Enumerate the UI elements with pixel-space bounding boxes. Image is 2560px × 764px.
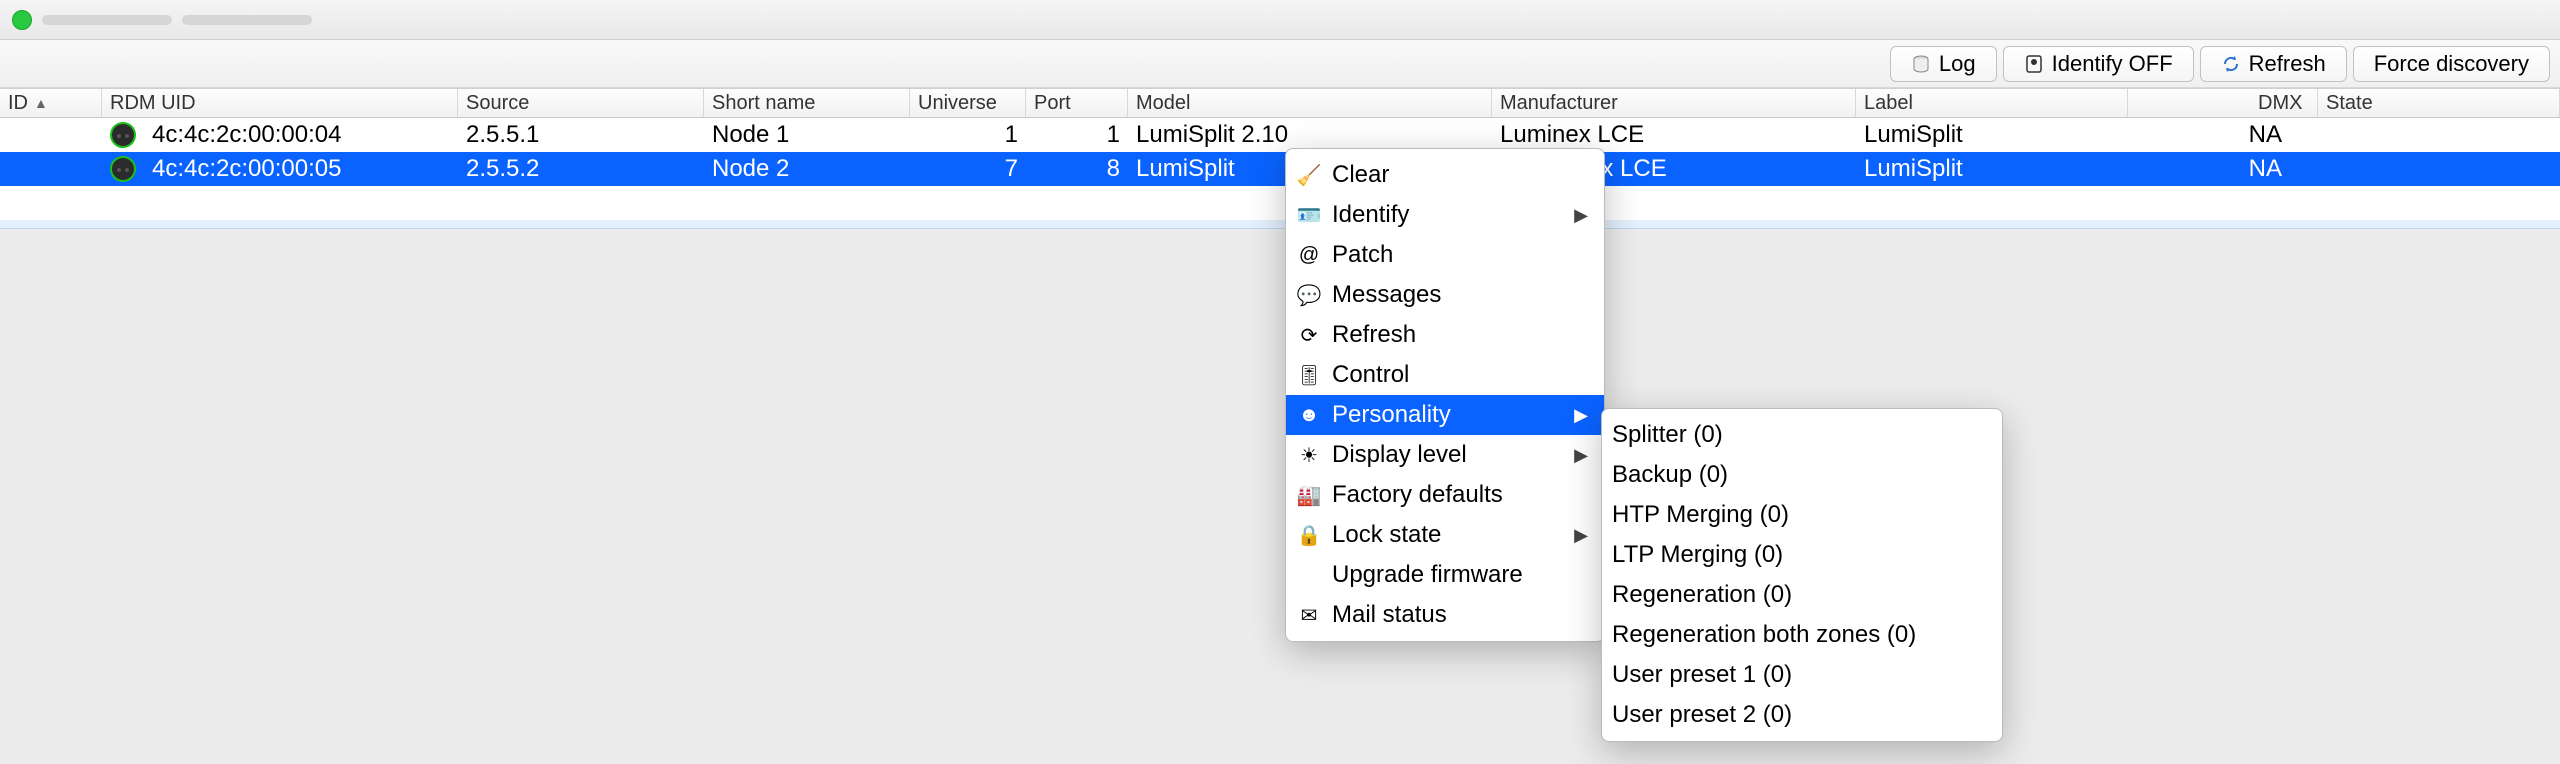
table-row[interactable]: 4c:4c:2c:00:00:04 2.5.5.1 Node 1 1 1 Lum… <box>0 118 2560 152</box>
cell-source: 2.5.5.1 <box>458 119 704 151</box>
identify-icon: 🪪 <box>1296 203 1322 228</box>
content-pane <box>0 229 2560 764</box>
personality-submenu[interactable]: Splitter (0) Backup (0) HTP Merging (0) … <box>1601 408 2003 742</box>
submenu-htp[interactable]: HTP Merging (0) <box>1602 495 2002 535</box>
table-row-empty <box>0 220 2560 228</box>
table-header[interactable]: ID▲ RDM UID Source Short name Universe P… <box>0 88 2560 118</box>
menu-refresh[interactable]: ⟳Refresh <box>1286 315 1604 355</box>
title-placeholder <box>42 15 172 25</box>
cell-state <box>2318 167 2560 171</box>
broom-icon: 🧹 <box>1296 163 1322 188</box>
submenu-arrow-icon: ▶ <box>1574 445 1588 466</box>
menu-clear[interactable]: 🧹Clear <box>1286 155 1604 195</box>
identify-button[interactable]: Identify OFF <box>2003 46 2194 82</box>
device-icon <box>110 122 136 148</box>
menu-patch[interactable]: @Patch <box>1286 235 1604 275</box>
col-id[interactable]: ID▲ <box>0 89 102 117</box>
title-placeholder <box>182 15 312 25</box>
app-window: Log Identify OFF Refresh Force discovery… <box>0 0 2560 764</box>
log-label: Log <box>1939 51 1976 77</box>
col-label[interactable]: Label <box>1856 89 2128 117</box>
menu-factory-defaults[interactable]: 🏭Factory defaults <box>1286 475 1604 515</box>
device-icon <box>110 156 136 182</box>
refresh-icon: ⟳ <box>1296 323 1322 348</box>
submenu-arrow-icon: ▶ <box>1574 405 1588 426</box>
identify-icon <box>2024 54 2044 74</box>
refresh-label: Refresh <box>2249 51 2326 77</box>
menu-display-level[interactable]: ☀Display level▶ <box>1286 435 1604 475</box>
submenu-ltp[interactable]: LTP Merging (0) <box>1602 535 2002 575</box>
identify-label: Identify OFF <box>2052 51 2173 77</box>
col-uid[interactable]: RDM UID <box>102 89 458 117</box>
menu-upgrade-firmware[interactable]: Upgrade firmware <box>1286 555 1604 595</box>
database-icon <box>1911 54 1931 74</box>
col-port[interactable]: Port <box>1026 89 1128 117</box>
submenu-arrow-icon: ▶ <box>1574 525 1588 546</box>
table-row-empty <box>0 186 2560 220</box>
cell-uid: 4c:4c:2c:00:00:04 <box>144 119 458 151</box>
cell-port: 8 <box>1026 153 1128 185</box>
mail-icon: ✉ <box>1296 603 1322 628</box>
menu-mail-status[interactable]: ✉Mail status <box>1286 595 1604 635</box>
cell-source: 2.5.5.2 <box>458 153 704 185</box>
col-model[interactable]: Model <box>1128 89 1492 117</box>
menu-control[interactable]: 🎚Control <box>1286 355 1604 395</box>
submenu-user-preset-1[interactable]: User preset 1 (0) <box>1602 655 2002 695</box>
menu-lock-state[interactable]: 🔒Lock state▶ <box>1286 515 1604 555</box>
force-discovery-button[interactable]: Force discovery <box>2353 46 2550 82</box>
force-label: Force discovery <box>2374 51 2529 77</box>
col-short-name[interactable]: Short name <box>704 89 910 117</box>
log-button[interactable]: Log <box>1890 46 1997 82</box>
speech-icon: 💬 <box>1296 283 1322 308</box>
menu-personality[interactable]: ☻Personality▶ <box>1286 395 1604 435</box>
cell-manufacturer: Luminex LCE <box>1492 119 1856 151</box>
cell-label: LumiSplit <box>1856 119 2128 151</box>
cell-short: Node 2 <box>704 153 910 185</box>
device-table: ID▲ RDM UID Source Short name Universe P… <box>0 88 2560 229</box>
submenu-regeneration[interactable]: Regeneration (0) <box>1602 575 2002 615</box>
sliders-icon: 🎚 <box>1296 363 1322 388</box>
submenu-arrow-icon: ▶ <box>1574 205 1588 226</box>
cell-state <box>2318 133 2560 137</box>
cell-short: Node 1 <box>704 119 910 151</box>
cell-dmx: NA <box>2128 153 2318 185</box>
submenu-regeneration-both[interactable]: Regeneration both zones (0) <box>1602 615 2002 655</box>
sort-asc-icon: ▲ <box>34 95 48 111</box>
col-universe[interactable]: Universe <box>910 89 1026 117</box>
smiley-icon: ☻ <box>1296 404 1322 427</box>
menu-messages[interactable]: 💬Messages <box>1286 275 1604 315</box>
brightness-icon: ☀ <box>1296 443 1322 468</box>
menu-identify[interactable]: 🪪Identify▶ <box>1286 195 1604 235</box>
lock-icon: 🔒 <box>1296 523 1322 548</box>
factory-icon: 🏭 <box>1296 483 1322 508</box>
cell-universe: 1 <box>910 119 1026 151</box>
cell-port: 1 <box>1026 119 1128 151</box>
submenu-backup[interactable]: Backup (0) <box>1602 455 2002 495</box>
refresh-button[interactable]: Refresh <box>2200 46 2347 82</box>
submenu-user-preset-2[interactable]: User preset 2 (0) <box>1602 695 2002 735</box>
at-icon: @ <box>1296 244 1322 267</box>
window-titlebar[interactable] <box>0 0 2560 40</box>
toolbar: Log Identify OFF Refresh Force discovery <box>0 40 2560 88</box>
col-state[interactable]: State <box>2318 89 2560 117</box>
cell-uid: 4c:4c:2c:00:00:05 <box>144 153 458 185</box>
col-manufacturer[interactable]: Manufacturer <box>1492 89 1856 117</box>
col-source[interactable]: Source <box>458 89 704 117</box>
table-row[interactable]: 4c:4c:2c:00:00:05 2.5.5.2 Node 2 7 8 Lum… <box>0 152 2560 186</box>
context-menu[interactable]: 🧹Clear 🪪Identify▶ @Patch 💬Messages ⟳Refr… <box>1285 148 1605 642</box>
refresh-icon <box>2221 54 2241 74</box>
cell-label: LumiSplit <box>1856 153 2128 185</box>
cell-model: LumiSplit 2.10 <box>1128 119 1492 151</box>
cell-universe: 7 <box>910 153 1026 185</box>
col-dmx[interactable]: DMX <box>2128 89 2318 117</box>
cell-dmx: NA <box>2128 119 2318 151</box>
window-close-icon[interactable] <box>12 10 32 30</box>
submenu-splitter[interactable]: Splitter (0) <box>1602 415 2002 455</box>
